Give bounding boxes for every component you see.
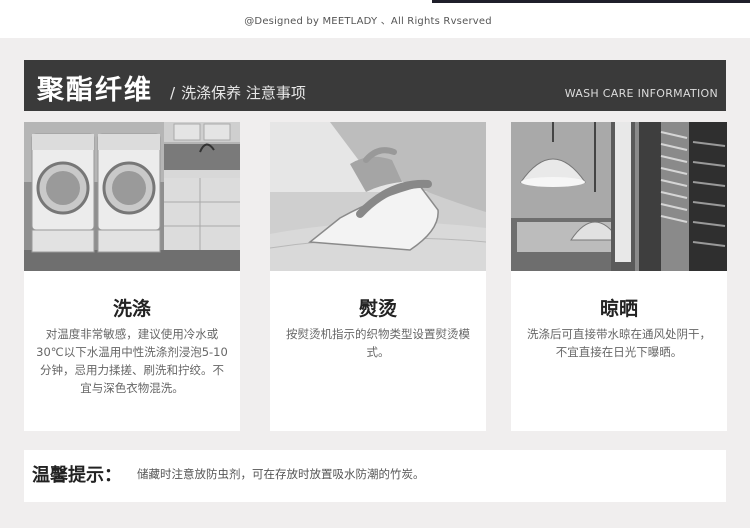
card-description-drying: 洗涤后可直接带水晾在通风处阴干，不宜直接在日光下曝晒。 bbox=[527, 327, 711, 359]
care-card-ironing: 熨烫 按熨烫机指示的织物类型设置熨烫模式。 bbox=[270, 122, 486, 431]
copyright-text: @Designed by MEETLADY 、All Rights Rvserv… bbox=[244, 16, 492, 27]
tip-label: 温馨提示： bbox=[32, 465, 122, 486]
care-card-drying: 晾晒 洗涤后可直接带水晾在通风处阴干，不宜直接在日光下曝晒。 bbox=[511, 122, 727, 431]
tip-text: 储藏时注意放防虫剂，可在存放时放置吸水防潮的竹炭。 bbox=[137, 467, 425, 481]
banner-english-label: WASH CARE INFORMATION bbox=[564, 87, 718, 100]
card-title-washing: 洗涤 bbox=[112, 298, 151, 320]
hanging-clothes-photo bbox=[511, 122, 727, 271]
banner-subtitle: / 洗涤保养 注意事项 bbox=[170, 82, 306, 103]
washing-machines-photo bbox=[24, 122, 240, 271]
banner-title: 聚酯纤维 bbox=[37, 75, 153, 106]
card-title-ironing: 熨烫 bbox=[358, 298, 397, 320]
tip-box: 温馨提示： 储藏时注意放防虫剂，可在存放时放置吸水防潮的竹炭。 bbox=[24, 450, 726, 502]
iron-photo bbox=[270, 122, 486, 271]
care-card-washing: 洗涤 对温度非常敏感，建议使用冷水或30℃以下水温用中性洗涤剂浸泡5-10分钟，… bbox=[24, 122, 240, 431]
banner-subtitle-text: 洗涤保养 注意事项 bbox=[181, 84, 306, 102]
card-description-ironing: 按熨烫机指示的织物类型设置熨烫模式。 bbox=[286, 327, 470, 359]
card-description-washing: 对温度非常敏感，建议使用冷水或30℃以下水温用中性洗涤剂浸泡5-10分钟，忌用力… bbox=[36, 327, 228, 395]
top-accent-bar bbox=[432, 0, 750, 3]
banner-slash: / bbox=[170, 84, 176, 102]
card-title-drying: 晾晒 bbox=[599, 298, 638, 320]
section-banner: 聚酯纤维 / 洗涤保养 注意事项 WASH CARE INFORMATION bbox=[24, 60, 726, 111]
